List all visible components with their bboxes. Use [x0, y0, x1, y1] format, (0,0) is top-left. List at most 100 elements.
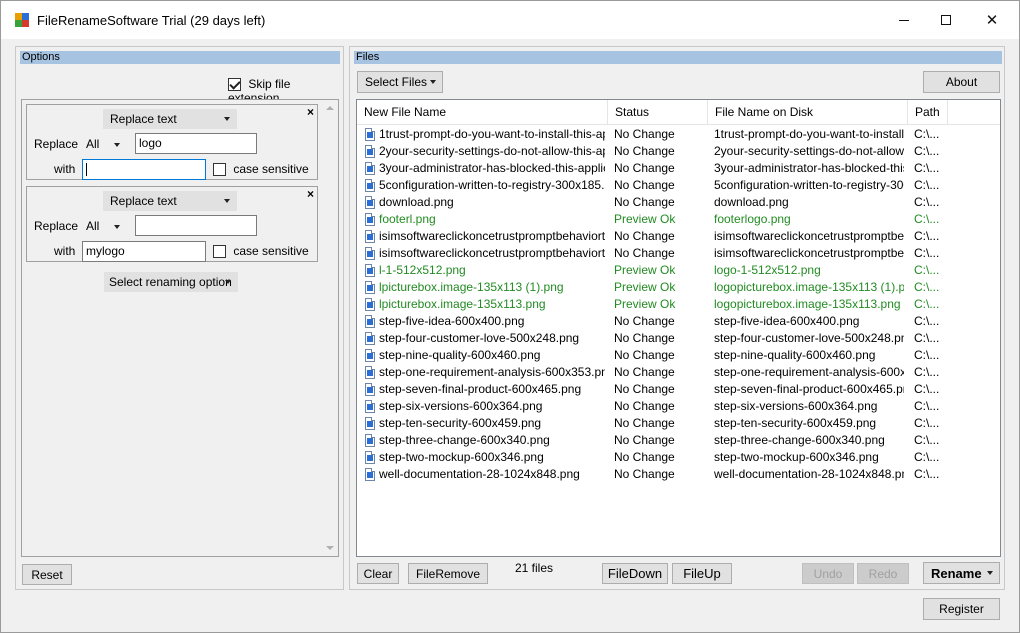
cell-file-name-on-disk: logo-1-512x512.png — [714, 263, 821, 277]
scope-select[interactable]: All — [82, 216, 126, 236]
close-window-button[interactable]: ✕ — [969, 1, 1015, 39]
table-row[interactable]: footerl.png Preview Ok footerlogo.png C:\..… — [357, 211, 1000, 228]
case-sensitive-checkbox[interactable]: case sensitive — [213, 244, 309, 259]
register-button[interactable]: Register — [923, 598, 1000, 620]
table-row[interactable]: step-seven-final-product-600x465.png No C… — [357, 381, 1000, 398]
cell-path: C:\... — [914, 195, 940, 209]
maximize-icon — [941, 15, 951, 25]
rules-list[interactable]: × Replace text Replace All logo with cas… — [21, 99, 339, 557]
table-row[interactable]: 3your-administrator-has-blocked-this-app… — [357, 160, 1000, 177]
chevron-down-icon — [225, 280, 231, 284]
cell-file-name-on-disk: footerlogo.png — [714, 212, 791, 226]
rules-scrollbar[interactable] — [321, 100, 338, 556]
find-text-input[interactable] — [135, 215, 257, 236]
table-row[interactable]: step-three-change-600x340.png No Change st… — [357, 432, 1000, 449]
image-file-icon — [365, 332, 375, 345]
column-status[interactable]: Status — [608, 100, 708, 125]
case-sensitive-check[interactable] — [213, 245, 226, 259]
rename-label: Rename — [931, 565, 982, 581]
image-file-icon — [365, 468, 375, 481]
cell-status: No Change — [614, 178, 675, 192]
table-row[interactable]: step-four-customer-love-500x248.png No Ch… — [357, 330, 1000, 347]
cell-new-file-name: lpicturebox.image-135x113 (1).png — [379, 280, 564, 294]
scroll-down-icon[interactable] — [326, 546, 334, 550]
table-row[interactable]: l-1-512x512.png Preview Ok logo-1-512x512.… — [357, 262, 1000, 279]
case-sensitive-checkbox[interactable]: case sensitive — [213, 162, 309, 177]
scroll-up-icon[interactable] — [326, 106, 334, 110]
cell-status: No Change — [614, 229, 675, 243]
select-renaming-option-dropdown[interactable]: Select renaming option — [104, 272, 238, 292]
cell-path: C:\... — [914, 178, 940, 192]
table-row[interactable]: well-documentation-28-1024x848.png No Cha… — [357, 466, 1000, 483]
table-row[interactable]: step-nine-quality-600x460.png No Change st… — [357, 347, 1000, 364]
undo-button[interactable]: Undo — [802, 563, 854, 584]
title-bar: FileRenameSoftware Trial (29 days left) … — [1, 1, 1019, 39]
cell-new-file-name: step-six-versions-600x364.png — [379, 399, 543, 413]
file-list[interactable]: New File Name Status File Name on Disk P… — [356, 99, 1001, 557]
table-row[interactable]: 2your-security-settings-do-not-allow-thi… — [357, 143, 1000, 160]
clear-button[interactable]: Clear — [357, 563, 399, 584]
cell-new-file-name: isimsoftwareclickoncetrustpromptbehavior… — [379, 246, 605, 260]
cell-file-name-on-disk: download.png — [714, 195, 789, 209]
table-row[interactable]: isimsoftwareclickoncetrustpromptbehavior… — [357, 228, 1000, 245]
table-row[interactable]: step-six-versions-600x364.png No Change st… — [357, 398, 1000, 415]
remove-rule-icon[interactable]: × — [307, 187, 314, 201]
about-button[interactable]: About — [923, 71, 1000, 93]
table-row[interactable]: lpicturebox.image-135x113 (1).png Preview… — [357, 279, 1000, 296]
table-row[interactable]: step-one-requirement-analysis-600x353.pn… — [357, 364, 1000, 381]
cell-path: C:\... — [914, 246, 940, 260]
cell-path: C:\... — [914, 416, 940, 430]
table-row[interactable]: step-five-idea-600x400.png No Change step-… — [357, 313, 1000, 330]
replace-with-input[interactable] — [82, 159, 206, 180]
find-text-input[interactable]: logo — [135, 133, 257, 154]
with-label: with — [54, 244, 76, 258]
replace-with-input[interactable]: mylogo — [82, 241, 206, 262]
image-file-icon — [365, 247, 375, 260]
column-file-name-on-disk[interactable]: File Name on Disk — [708, 100, 908, 125]
maximize-button[interactable] — [923, 1, 969, 39]
table-row[interactable]: 5configuration-written-to-registry-300x1… — [357, 177, 1000, 194]
column-path[interactable]: Path — [908, 100, 948, 125]
cell-file-name-on-disk: step-seven-final-product-600x465.png — [714, 382, 904, 396]
scope-select[interactable]: All — [82, 134, 126, 154]
select-files-dropdown[interactable]: Select Files — [357, 71, 443, 93]
table-row[interactable]: lpicturebox.image-135x113.png Preview Ok l… — [357, 296, 1000, 313]
skip-extension-check[interactable] — [228, 78, 241, 92]
rename-split-button[interactable]: Rename — [923, 562, 1000, 584]
cell-file-name-on-disk: step-five-idea-600x400.png — [714, 314, 860, 328]
cell-path: C:\... — [914, 212, 940, 226]
table-row[interactable]: isimsoftwareclickoncetrustpromptbehavior… — [357, 245, 1000, 262]
table-row[interactable]: download.png No Change download.png C:\... — [357, 194, 1000, 211]
cell-path: C:\... — [914, 144, 940, 158]
image-file-icon — [365, 400, 375, 413]
cell-new-file-name: step-one-requirement-analysis-600x353.pn… — [379, 365, 605, 379]
minimize-button[interactable] — [881, 1, 927, 39]
case-sensitive-check[interactable] — [213, 163, 226, 177]
table-row[interactable]: step-two-mockup-600x346.png No Change step… — [357, 449, 1000, 466]
cell-file-name-on-disk: isimsoftwareclickoncetrustpromptbeha... — [714, 246, 904, 260]
image-file-icon — [365, 417, 375, 430]
rule-type-dropdown[interactable]: Replace text — [103, 109, 237, 129]
redo-button[interactable]: Redo — [857, 563, 909, 584]
rule-type-dropdown[interactable]: Replace text — [103, 191, 237, 211]
image-file-icon — [365, 196, 375, 209]
cell-new-file-name: 2your-security-settings-do-not-allow-thi… — [379, 144, 605, 158]
table-row[interactable]: step-ten-security-600x459.png No Change st… — [357, 415, 1000, 432]
file-list-header: New File Name Status File Name on Disk P… — [357, 100, 1000, 125]
file-remove-button[interactable]: FileRemove — [408, 563, 488, 584]
cell-path: C:\... — [914, 467, 940, 481]
case-sensitive-label: case sensitive — [233, 162, 309, 176]
case-sensitive-label: case sensitive — [233, 244, 309, 258]
remove-rule-icon[interactable]: × — [307, 105, 314, 119]
file-up-button[interactable]: FileUp — [672, 563, 732, 584]
column-new-file-name[interactable]: New File Name — [357, 100, 608, 125]
rule-card: × Replace text Replace All logo with cas… — [26, 104, 318, 180]
reset-button[interactable]: Reset — [22, 564, 72, 585]
image-file-icon — [365, 298, 375, 311]
cell-status: No Change — [614, 399, 675, 413]
table-row[interactable]: 1trust-prompt-do-you-want-to-install-thi… — [357, 126, 1000, 143]
chevron-down-icon — [987, 571, 993, 575]
file-down-button[interactable]: FileDown — [602, 563, 668, 584]
cell-status: No Change — [614, 348, 675, 362]
chevron-down-icon — [224, 117, 230, 121]
